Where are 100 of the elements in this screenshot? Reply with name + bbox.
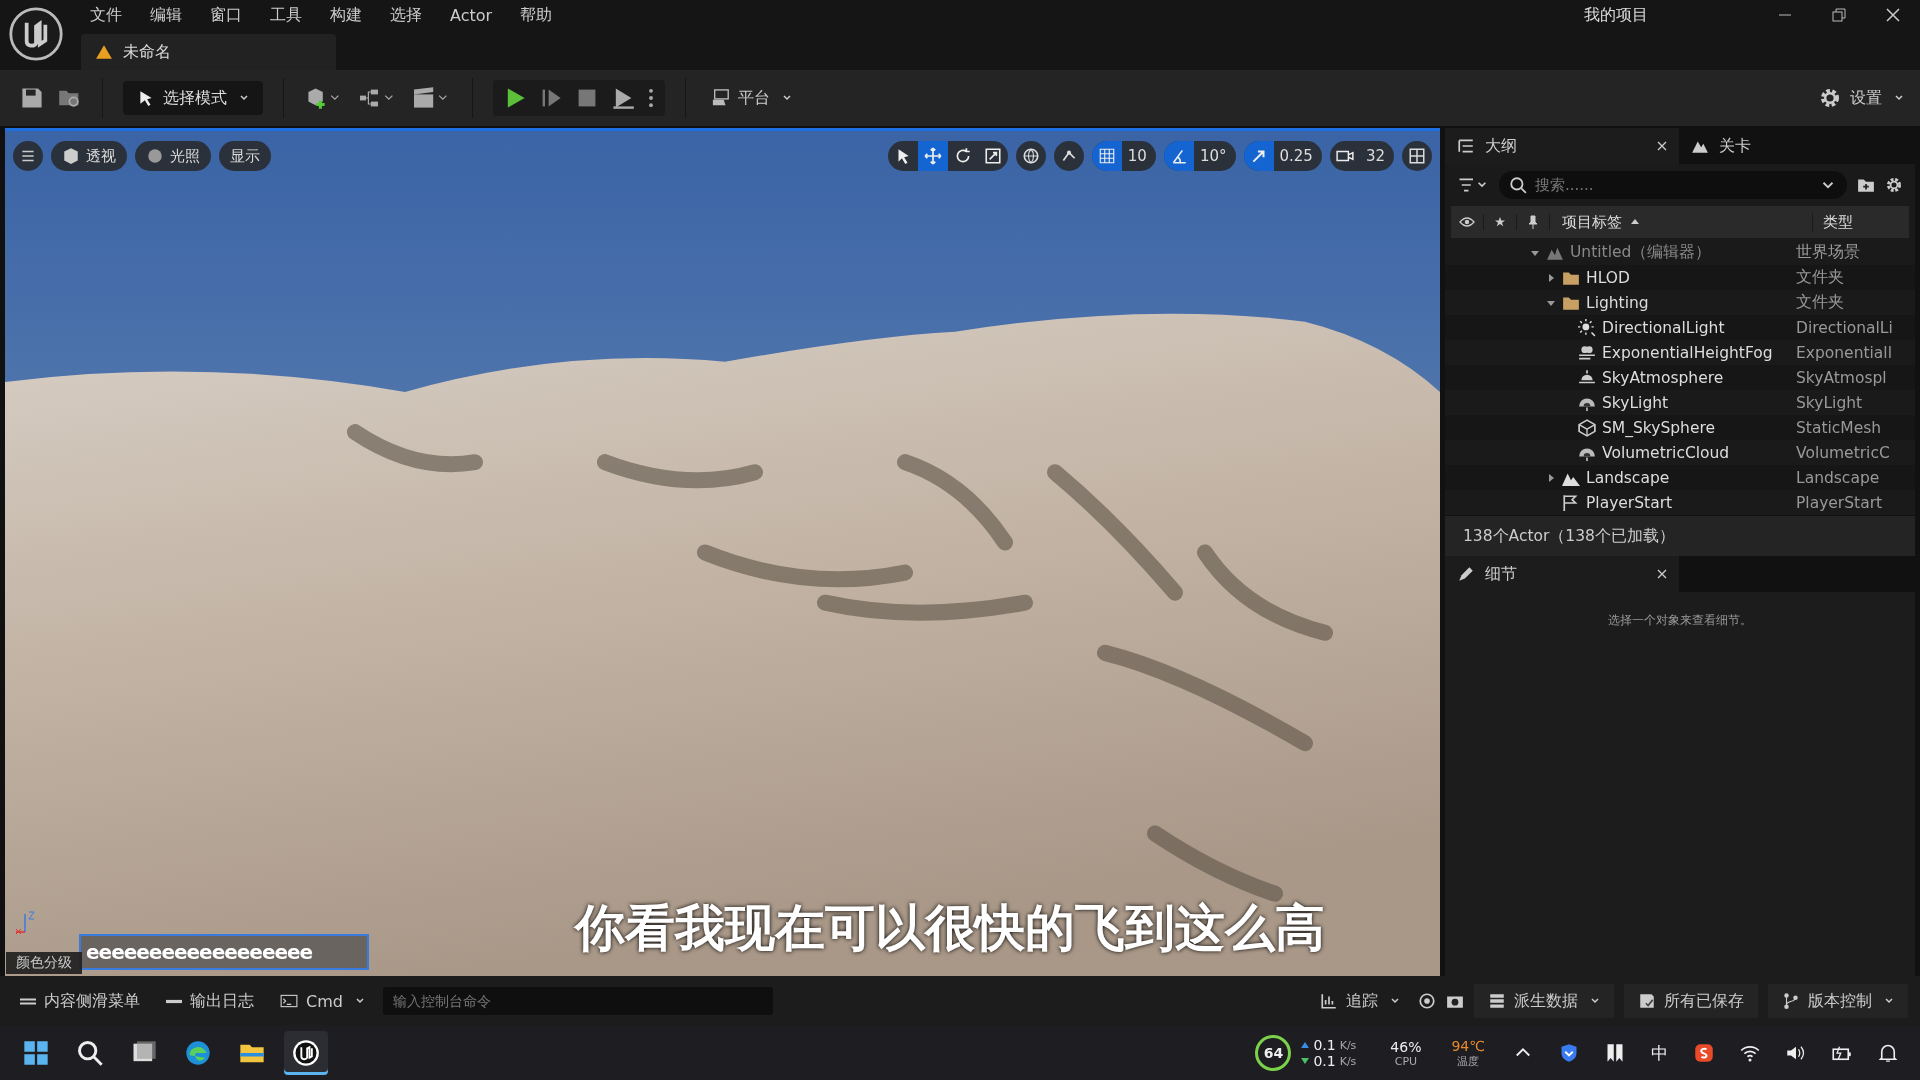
eject-icon[interactable] bbox=[611, 86, 635, 110]
item-type: PlayerStart bbox=[1796, 493, 1883, 512]
speed-unit: K/s bbox=[1339, 1054, 1357, 1068]
outliner-item-label[interactable]: VolumetricCloud bbox=[1602, 443, 1730, 462]
item-type: 文件夹 bbox=[1796, 292, 1844, 313]
tab-label: 大纲 bbox=[1485, 135, 1517, 157]
record-icon[interactable] bbox=[1418, 992, 1436, 1010]
close-icon[interactable] bbox=[1657, 569, 1667, 579]
light-icon bbox=[1578, 318, 1596, 337]
move-tool-icon bbox=[923, 147, 942, 165]
save-icon[interactable] bbox=[20, 86, 44, 110]
caret-icon bbox=[1390, 996, 1400, 1006]
temperature-label: 温度 bbox=[1457, 1053, 1480, 1069]
expand-arrow-icon[interactable] bbox=[1546, 472, 1556, 483]
item-type: SkyLight bbox=[1796, 393, 1863, 412]
more-icon[interactable] bbox=[647, 86, 655, 110]
notification-bell-icon[interactable] bbox=[1878, 1043, 1898, 1063]
outliner-item-label[interactable]: PlayerStart bbox=[1586, 493, 1673, 512]
item-type: 世界场景 bbox=[1796, 242, 1860, 263]
item-type: SkyAtmospl bbox=[1796, 368, 1887, 387]
tab-label: 细节 bbox=[1485, 563, 1517, 585]
shield-icon[interactable] bbox=[1559, 1043, 1579, 1063]
menu-item[interactable]: 选择 bbox=[376, 4, 436, 26]
outliner-item-label[interactable]: SkyLight bbox=[1602, 393, 1669, 412]
panel-tab[interactable]: 大纲 bbox=[1445, 128, 1679, 164]
bottom-tab[interactable]: 输出日志 bbox=[158, 984, 262, 1018]
bar-chart-icon bbox=[1320, 992, 1338, 1010]
bottom-tab[interactable]: 内容侧滑菜单 bbox=[12, 984, 148, 1018]
new-folder-icon[interactable] bbox=[1857, 176, 1875, 194]
input-method-indicator[interactable]: 中 bbox=[1651, 1041, 1668, 1065]
status-button[interactable]: 版本控制 bbox=[1768, 984, 1908, 1018]
status-button[interactable]: 所有已保存 bbox=[1624, 984, 1758, 1018]
cmd-dropdown[interactable]: Cmd bbox=[272, 984, 373, 1018]
transform-tool-button[interactable] bbox=[917, 141, 948, 171]
volume-icon[interactable] bbox=[1786, 1043, 1806, 1063]
outliner-item-label[interactable]: SM_SkySphere bbox=[1602, 418, 1715, 437]
outliner-item-label[interactable]: Untitled（编辑器） bbox=[1570, 242, 1712, 263]
close-icon[interactable] bbox=[1657, 141, 1667, 151]
viewport-option-button[interactable]: 透视 bbox=[51, 141, 127, 171]
sort-arrow-icon bbox=[1630, 217, 1640, 227]
restore-icon[interactable] bbox=[1831, 7, 1847, 23]
score-badge[interactable]: 64 bbox=[1255, 1035, 1292, 1071]
column-header[interactable]: 类型 bbox=[1813, 212, 1853, 232]
console-input[interactable]: 输入控制台命令 bbox=[382, 987, 773, 1015]
outliner-item-label[interactable]: DirectionalLight bbox=[1602, 318, 1725, 337]
close-icon[interactable] bbox=[1885, 7, 1901, 23]
trace-button[interactable]: 追踪 bbox=[1312, 984, 1408, 1018]
filter-dropdown-icon[interactable] bbox=[1457, 176, 1489, 194]
input-method-icon[interactable] bbox=[1694, 1043, 1714, 1063]
video-subtitle: 你看我现在可以很快的飞到这么高 bbox=[575, 898, 1325, 959]
outliner-item-label[interactable]: ExponentialHeightFog bbox=[1602, 343, 1773, 362]
item-type: DirectionalLi bbox=[1796, 318, 1893, 337]
download-icon bbox=[1301, 1058, 1310, 1064]
menu-item[interactable]: Actor bbox=[436, 5, 507, 25]
unreal-taskbar-icon[interactable] bbox=[284, 1031, 328, 1075]
viewport-option-button[interactable]: 显示 bbox=[219, 141, 271, 171]
search-field[interactable]: 搜索...... bbox=[1533, 175, 1813, 195]
caret-icon bbox=[354, 996, 365, 1006]
panel-tab[interactable]: 细节 bbox=[1445, 556, 1679, 592]
layout-grid-icon bbox=[1408, 147, 1426, 165]
cpu-usage: 46% bbox=[1390, 1038, 1422, 1055]
outliner-item-label[interactable]: SkyAtmosphere bbox=[1602, 368, 1724, 387]
outliner-item-label[interactable]: Landscape bbox=[1586, 468, 1670, 487]
grid-snap-icon bbox=[1097, 147, 1116, 165]
level-name: 未命名 bbox=[123, 41, 171, 63]
level-tab[interactable]: 未命名 bbox=[81, 34, 336, 70]
menu-item[interactable]: 工具 bbox=[256, 4, 316, 26]
menu-item[interactable]: 窗口 bbox=[196, 4, 256, 26]
bookmark-icon[interactable] bbox=[1605, 1043, 1625, 1063]
outliner-item-label[interactable]: Lighting bbox=[1586, 293, 1649, 312]
viewport-option-button[interactable]: 光照 bbox=[135, 141, 211, 171]
pencil-icon bbox=[1457, 565, 1475, 583]
column-header[interactable]: 项目标签 bbox=[1550, 212, 1813, 232]
search-bar[interactable]: 搜索...... bbox=[1499, 171, 1847, 199]
mode-dropdown[interactable]: 选择模式 bbox=[123, 81, 263, 115]
platform-dropdown[interactable]: 平台 bbox=[706, 81, 798, 115]
status-button[interactable]: 派生数据 bbox=[1474, 984, 1614, 1018]
search-icon bbox=[1509, 176, 1527, 194]
expand-arrow-icon[interactable] bbox=[1546, 272, 1556, 283]
flag-icon bbox=[1562, 493, 1580, 512]
wifi-icon[interactable] bbox=[1740, 1043, 1760, 1063]
menu-item[interactable]: 文件 bbox=[76, 4, 136, 26]
item-type: StaticMesh bbox=[1796, 418, 1882, 437]
panel-tab[interactable]: 关卡 bbox=[1679, 128, 1903, 164]
menu-item[interactable]: 帮助 bbox=[506, 4, 567, 26]
scale-tool-icon bbox=[983, 147, 1002, 165]
unreal-logo-icon[interactable] bbox=[8, 6, 64, 62]
text-input-field[interactable]: eeeeeeeeeeeeeeeeee bbox=[79, 934, 369, 970]
fog-icon bbox=[1578, 343, 1596, 362]
menu-item[interactable]: 编辑 bbox=[136, 4, 196, 26]
outliner-item-label[interactable]: HLOD bbox=[1586, 268, 1630, 287]
settings-icon[interactable] bbox=[1885, 176, 1903, 194]
floating-panel-tab[interactable]: 颜色分级 bbox=[6, 952, 82, 974]
speed-unit: K/s bbox=[1339, 1038, 1357, 1052]
menu-item[interactable]: 构建 bbox=[316, 4, 376, 26]
caret-icon bbox=[1894, 93, 1904, 103]
settings-button[interactable]: 设置 bbox=[1812, 81, 1910, 115]
settings-icon bbox=[1818, 86, 1842, 110]
drawer-icon bbox=[20, 997, 36, 1005]
cube-icon bbox=[1578, 418, 1596, 437]
